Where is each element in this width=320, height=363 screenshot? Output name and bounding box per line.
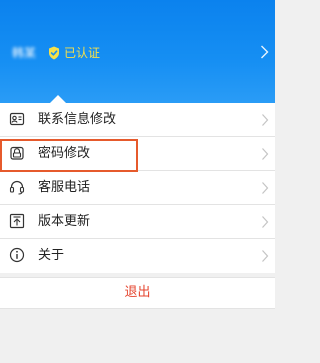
menu-item-about[interactable]: 关于: [0, 239, 275, 273]
chevron-right-icon: [262, 182, 269, 194]
shield-check-icon: [48, 46, 60, 60]
chevron-right-icon: [262, 216, 269, 228]
chevron-right-icon[interactable]: [260, 45, 269, 59]
lock-icon: [9, 145, 25, 161]
chevron-right-icon: [262, 250, 269, 262]
info-icon: [9, 247, 25, 263]
verified-badge: 已认证: [48, 44, 100, 62]
contact-card-icon: [9, 111, 25, 127]
chevron-right-icon: [262, 148, 269, 160]
menu-item-password[interactable]: 密码修改: [0, 137, 275, 171]
username: 韩某: [12, 46, 37, 60]
headset-icon: [9, 179, 25, 195]
chevron-right-icon: [262, 114, 269, 126]
menu-item-contact-info[interactable]: 联系信息修改: [0, 103, 275, 137]
header-notch: [50, 95, 66, 103]
menu-item-label: 客服电话: [38, 180, 91, 195]
menu-item-label: 密码修改: [38, 146, 91, 161]
profile-header[interactable]: 韩某 已认证: [0, 0, 275, 103]
menu-item-label: 关于: [38, 248, 65, 263]
logout-button[interactable]: 退出: [0, 277, 275, 309]
menu-item-customer-service[interactable]: 客服电话: [0, 171, 275, 205]
menu-item-label: 联系信息修改: [38, 112, 117, 127]
menu-item-version-update[interactable]: 版本更新: [0, 205, 275, 239]
menu-item-label: 版本更新: [38, 214, 91, 229]
settings-menu: 联系信息修改 密码修改 客服电话 版本更新 关于: [0, 103, 275, 273]
upload-icon: [9, 213, 25, 229]
verified-label: 已认证: [64, 46, 101, 60]
